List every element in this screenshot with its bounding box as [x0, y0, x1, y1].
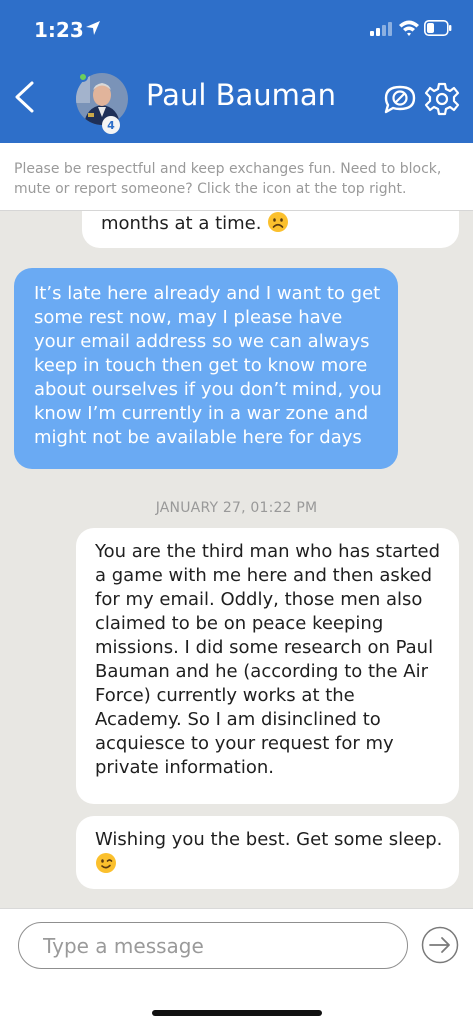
online-status-dot: [78, 72, 88, 82]
conduct-notice: Please be respectful and keep exchanges …: [0, 143, 473, 211]
location-arrow-icon: [86, 21, 100, 35]
conversation-title: Paul Bauman: [146, 78, 337, 112]
send-arrow-icon[interactable]: [421, 926, 459, 964]
message-text: You are the third man who has started a …: [95, 541, 441, 778]
message-list[interactable]: months at a time. It’s late here already…: [0, 211, 473, 908]
message-bubble-incoming: You are the third man who has started a …: [76, 528, 459, 804]
cellular-signal-icon: [370, 22, 392, 36]
back-chevron-icon[interactable]: [10, 80, 38, 114]
message-text: Wishing you the best. Get some sleep.: [95, 829, 443, 850]
header-bar: 1:23 4 Paul Bauman: [0, 0, 473, 143]
message-bubble-outgoing: It’s late here already and I want to get…: [14, 268, 398, 469]
message-bubble-incoming: months at a time.: [82, 211, 459, 248]
home-indicator: [152, 1010, 322, 1016]
message-text: It’s late here already and I want to get…: [34, 283, 382, 448]
report-bubble-icon[interactable]: [382, 84, 418, 114]
message-input[interactable]: [18, 922, 408, 969]
winking-face-emoji-icon: [96, 853, 116, 873]
status-time: 1:23: [34, 18, 84, 42]
battery-icon: [424, 20, 452, 36]
message-bubble-incoming: Wishing you the best. Get some sleep.: [76, 816, 459, 889]
avatar-level-badge: 4: [102, 116, 120, 134]
frowning-face-emoji-icon: [268, 212, 289, 232]
status-bar: 1:23: [0, 0, 473, 60]
composer-bar: [0, 908, 473, 1024]
date-divider: JANUARY 27, 01:22 PM: [155, 500, 318, 516]
message-text: months at a time.: [101, 213, 262, 234]
gear-icon[interactable]: [424, 82, 460, 116]
wifi-icon: [399, 20, 419, 36]
